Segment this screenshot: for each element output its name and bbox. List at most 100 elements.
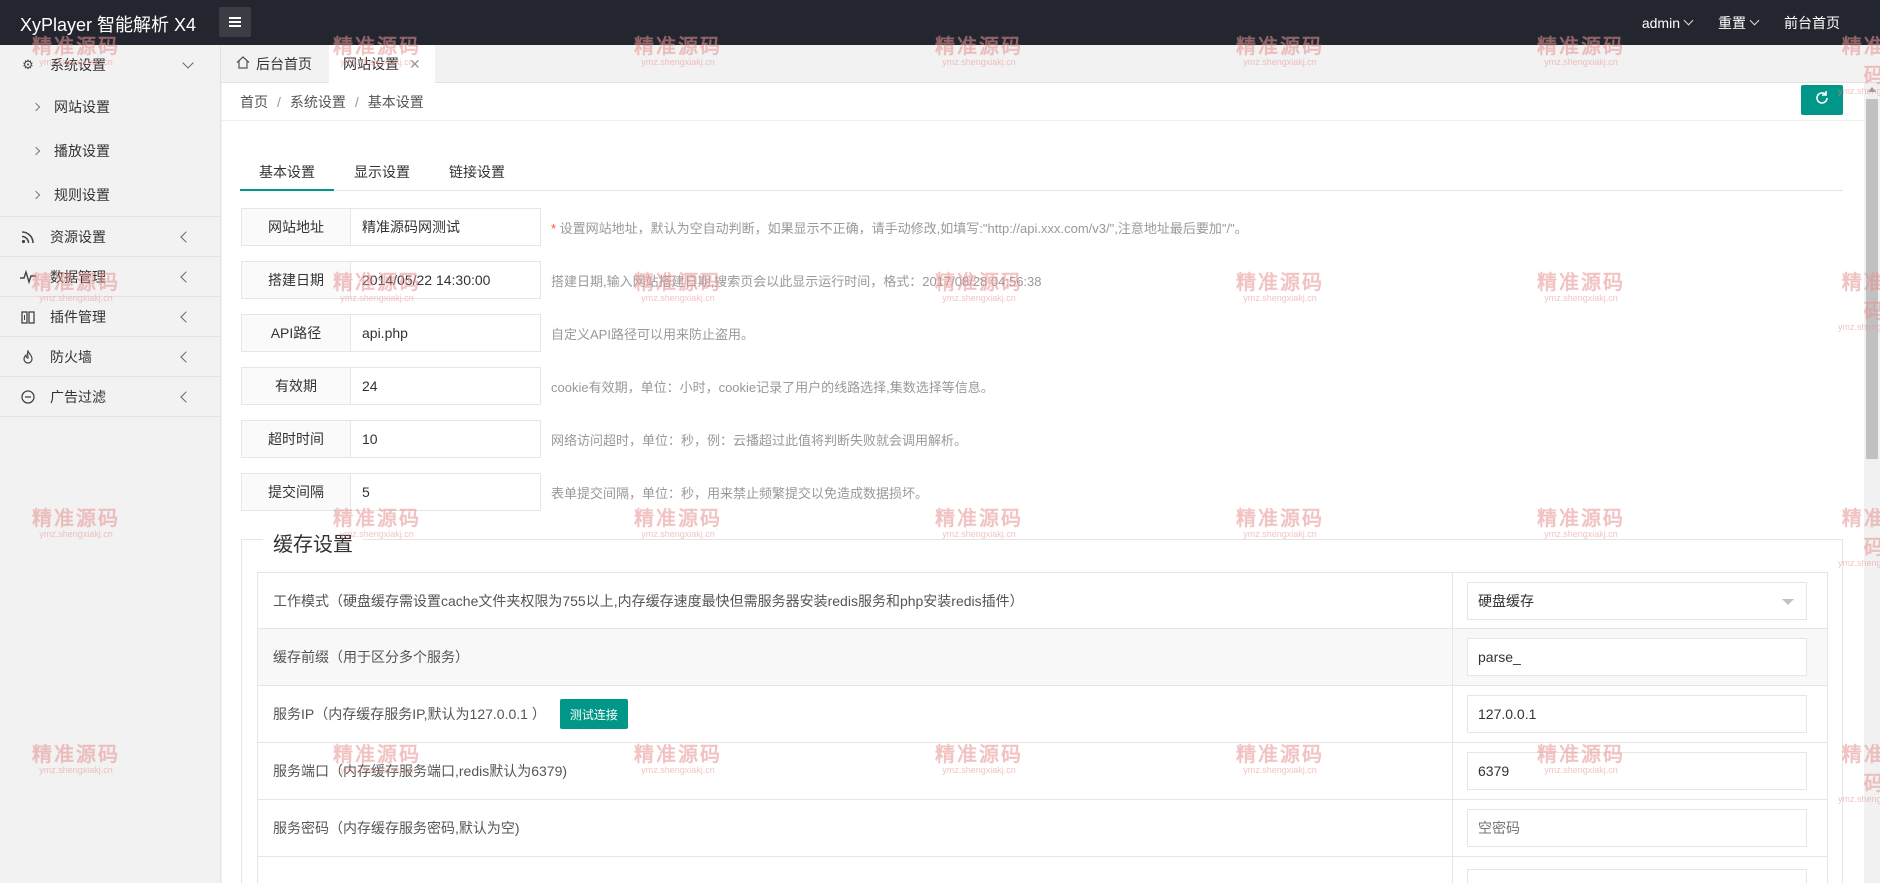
api-path-input[interactable]: api.php bbox=[351, 314, 541, 352]
sidebar-item-adfilter[interactable]: 广告过滤 bbox=[0, 377, 220, 417]
service-port-input[interactable]: 6379 bbox=[1467, 752, 1807, 790]
cache-prefix-input[interactable]: parse_ bbox=[1467, 638, 1807, 676]
field-label: 有效期 bbox=[241, 367, 351, 405]
chevron-down-icon bbox=[1749, 15, 1760, 26]
rss-icon bbox=[20, 229, 36, 245]
sidebar-sub-rules[interactable]: 规则设置 bbox=[0, 173, 220, 217]
tab-home[interactable]: 后台首页 bbox=[222, 45, 326, 83]
form-row-submit-interval: 提交间隔 5 表单提交间隔，单位：秒，用来禁止频繁提交以免造成数据损坏。 bbox=[241, 473, 928, 511]
sidebar-item-label: 数据管理 bbox=[50, 268, 106, 285]
user-menu[interactable]: admin bbox=[1642, 15, 1694, 31]
sidebar: ⚙ 系统设置 网站设置 播放设置 规则设置 资源设置 数据管理 插件管理 防火墙 bbox=[0, 45, 221, 883]
scroll-up-icon[interactable] bbox=[1868, 87, 1876, 92]
field-tip: 网络访问超时，单位：秒，例：云播超过此值将判断失败就会调用解析。 bbox=[551, 432, 968, 448]
field-label: 网站地址 bbox=[241, 208, 351, 246]
sidebar-item-resource[interactable]: 资源设置 bbox=[0, 217, 220, 257]
tab-display-settings[interactable]: 显示设置 bbox=[335, 155, 429, 191]
sidebar-item-label: 广告过滤 bbox=[50, 388, 106, 405]
cache-mode-label: 工作模式（硬盘缓存需设置cache文件夹权限为755以上,内存缓存速度最快但需服… bbox=[258, 573, 1453, 628]
table-row: 服务IP（内存缓存服务IP,默认为127.0.0.1 ） 测试连接 127.0.0… bbox=[257, 686, 1828, 743]
chevron-left-icon bbox=[180, 231, 192, 243]
chevron-down-icon bbox=[182, 57, 194, 69]
brand-title: XyPlayer 智能解析 X4 bbox=[20, 15, 197, 35]
form-row-timeout: 超时时间 10 网络访问超时，单位：秒，例：云播超过此值将判断失败就会调用解析。 bbox=[241, 420, 967, 458]
chevron-right-icon bbox=[31, 190, 41, 199]
sidebar-item-plugins[interactable]: 插件管理 bbox=[0, 297, 220, 337]
table-row: 服务端口（内存缓存服务端口,redis默认为6379) 6379 bbox=[257, 743, 1828, 800]
field-label: 搭建日期 bbox=[241, 261, 351, 299]
form-row-site-url: 网站地址 精准源码网测试 * 设置网站地址，默认为空自动判断，如果显示不正确，请… bbox=[241, 208, 1248, 246]
table-row: 缓存前缀（用于区分多个服务） parse_ bbox=[257, 629, 1828, 686]
sidebar-item-firewall[interactable]: 防火墙 bbox=[0, 337, 220, 377]
sidebar-item-label: 资源设置 bbox=[50, 228, 106, 245]
tab-active-label: 网站设置 bbox=[343, 56, 399, 72]
front-home-link[interactable]: 前台首页 bbox=[1784, 13, 1840, 33]
content-tabs: 基本设置 显示设置 链接设置 bbox=[240, 155, 1843, 191]
cache-mode-value: 硬盘缓存 bbox=[1478, 592, 1534, 609]
field-tip-text: 设置网站地址，默认为空自动判断，如果显示不正确，请手动修改,如填写:"http:… bbox=[556, 220, 1248, 236]
gear-icon: ⚙ bbox=[22, 57, 34, 72]
field-tip: 自定义API路径可以用来防止盗用。 bbox=[551, 326, 754, 342]
form-row-api-path: API路径 api.php 自定义API路径可以用来防止盗用。 bbox=[241, 314, 754, 352]
sidebar-sub-website[interactable]: 网站设置 bbox=[0, 85, 220, 129]
cache-settings-fieldset: 缓存设置 工作模式（硬盘缓存需设置cache文件夹权限为755以上,内存缓存速度… bbox=[241, 528, 1843, 883]
fire-icon bbox=[20, 349, 36, 365]
sidebar-sub-label: 规则设置 bbox=[54, 186, 110, 203]
pulse-icon bbox=[20, 269, 36, 285]
scrollbar-thumb[interactable] bbox=[1866, 99, 1878, 459]
reset-menu-label: 重置 bbox=[1718, 14, 1746, 31]
minus-circle-icon bbox=[20, 389, 36, 405]
page-scrollbar[interactable] bbox=[1864, 83, 1880, 883]
service-ip-input[interactable]: 127.0.0.1 bbox=[1467, 695, 1807, 733]
refresh-button[interactable] bbox=[1801, 85, 1843, 115]
submit-interval-input[interactable]: 5 bbox=[351, 473, 541, 511]
table-row bbox=[257, 857, 1828, 883]
chevron-left-icon bbox=[180, 351, 192, 363]
cache-mode-select[interactable]: 硬盘缓存 bbox=[1467, 581, 1807, 620]
breadcrumb-current: 基本设置 bbox=[367, 94, 424, 110]
test-connection-button[interactable]: 测试连接 bbox=[559, 699, 628, 729]
cache-prefix-label: 缓存前缀（用于区分多个服务） bbox=[258, 629, 1453, 685]
refresh-icon bbox=[1814, 90, 1830, 111]
table-row: 工作模式（硬盘缓存需设置cache文件夹权限为755以上,内存缓存速度最快但需服… bbox=[257, 572, 1828, 629]
breadcrumb-system[interactable]: 系统设置 bbox=[290, 94, 346, 110]
breadcrumb: 首页 / 系统设置 / 基本设置 bbox=[240, 94, 424, 110]
main-content: 首页 / 系统设置 / 基本设置 基本设置 显示设置 链接设置 网站地址 精准源码网测试… bbox=[222, 83, 1864, 883]
reset-menu[interactable]: 重置 bbox=[1718, 13, 1760, 33]
chevron-left-icon bbox=[180, 271, 192, 283]
sidebar-item-system[interactable]: ⚙ 系统设置 bbox=[0, 45, 220, 85]
field-tip: 表单提交间隔，单位：秒，用来禁止频繁提交以免造成数据损坏。 bbox=[551, 485, 929, 501]
field-tip: * 设置网站地址，默认为空自动判断，如果显示不正确，请手动修改,如填写:"htt… bbox=[551, 218, 1248, 237]
chevron-right-icon bbox=[31, 102, 41, 112]
build-date-input[interactable]: 2014/05/22 14:30:00 bbox=[351, 261, 541, 299]
field-tip: 搭建日期,输入网站搭建日期,搜索页会以此显示运行时间，格式：2017/08/28… bbox=[551, 273, 1042, 289]
timeout-input[interactable]: 10 bbox=[351, 420, 541, 458]
field-tip: cookie有效期，单位：小时，cookie记录了用户的线路选择,集数选择等信息… bbox=[551, 379, 994, 395]
breadcrumb-home[interactable]: 首页 bbox=[240, 94, 268, 110]
sidebar-item-label: 防火墙 bbox=[50, 348, 92, 365]
front-home-label: 前台首页 bbox=[1784, 14, 1840, 31]
hamburger-icon bbox=[229, 21, 241, 23]
form-row-expiry: 有效期 24 cookie有效期，单位：小时，cookie记录了用户的线路选择,… bbox=[241, 367, 994, 405]
site-url-input[interactable]: 精准源码网测试 bbox=[351, 208, 541, 246]
cache-settings-table: 工作模式（硬盘缓存需设置cache文件夹权限为755以上,内存缓存速度最快但需服… bbox=[257, 572, 1828, 883]
cache-settings-legend: 缓存设置 bbox=[263, 528, 363, 557]
table-row: 服务密码（内存缓存服务密码,默认为空) 空密码 bbox=[257, 800, 1828, 857]
close-icon[interactable]: ✕ bbox=[409, 56, 421, 73]
service-password-input[interactable]: 空密码 bbox=[1467, 809, 1807, 847]
menu-toggle-button[interactable] bbox=[219, 7, 251, 37]
field-label: 提交间隔 bbox=[241, 473, 351, 511]
tab-link-settings[interactable]: 链接设置 bbox=[430, 155, 524, 191]
tab-website-settings[interactable]: 网站设置 ✕ bbox=[329, 45, 435, 83]
expiry-input[interactable]: 24 bbox=[351, 367, 541, 405]
sidebar-item-label: 插件管理 bbox=[50, 308, 106, 325]
sidebar-sub-play[interactable]: 播放设置 bbox=[0, 129, 220, 173]
field-label: 超时时间 bbox=[241, 420, 351, 458]
chevron-left-icon bbox=[180, 391, 192, 403]
top-header: XyPlayer 智能解析 X4 admin 重置 前台首页 bbox=[0, 0, 1880, 45]
tab-basic-settings[interactable]: 基本设置 bbox=[240, 155, 334, 191]
sidebar-item-data[interactable]: 数据管理 bbox=[0, 257, 220, 297]
chevron-right-icon bbox=[31, 146, 41, 156]
caret-down-icon bbox=[1782, 598, 1794, 605]
chevron-left-icon bbox=[180, 311, 192, 323]
